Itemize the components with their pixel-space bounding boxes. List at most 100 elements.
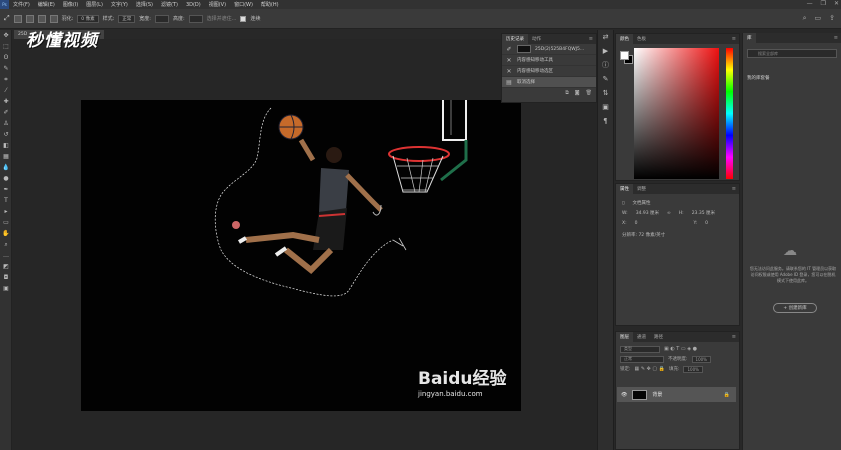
hand-tool-icon[interactable]: ✋ [0, 228, 12, 239]
library-dropdown[interactable]: 我的库套餐 [747, 75, 770, 81]
feather-input[interactable]: 0 像素 [77, 14, 99, 23]
brush-panel-icon[interactable]: ✎ [598, 72, 613, 86]
trash-icon[interactable]: 🗑 [586, 90, 592, 96]
foreground-color-swatch[interactable] [620, 51, 629, 60]
panel-menu-icon[interactable]: ≡ [834, 33, 841, 43]
eraser-tool-icon[interactable]: ◧ [0, 140, 12, 151]
create-library-button[interactable]: + 创建新库 [773, 303, 817, 313]
blur-tool-icon[interactable]: 💧 [0, 162, 12, 173]
w-value[interactable]: 34.93 厘米 [636, 210, 659, 216]
x-value[interactable]: 0 [635, 221, 638, 226]
tab-swatches[interactable]: 色板 [633, 34, 650, 44]
history-panel-icon[interactable]: ⇄ [598, 30, 613, 44]
move-tool-icon[interactable]: ✥ [0, 30, 12, 41]
menu-layer[interactable]: 图层(L) [82, 1, 107, 8]
panel-menu-icon[interactable]: ≡ [732, 184, 739, 194]
add-selection-button[interactable] [25, 14, 34, 23]
history-row[interactable]: ✕ 内容感知移动选区 [502, 66, 596, 77]
screen-mode-icon[interactable]: ▣ [0, 283, 12, 294]
panel-menu-icon[interactable]: ≡ [732, 332, 739, 342]
hue-slider[interactable] [726, 48, 733, 179]
share-icon[interactable]: ⇪ [829, 14, 835, 23]
library-search-input[interactable]: 搜索全部库 [747, 49, 837, 58]
y-value[interactable]: 0 [705, 221, 708, 226]
pen-tool-icon[interactable]: ✒ [0, 184, 12, 195]
more-tools-icon[interactable]: … [0, 250, 12, 261]
marquee-tool-icon[interactable]: ⬚ [0, 41, 12, 52]
brush-tool-icon[interactable]: ✐ [0, 107, 12, 118]
h-value[interactable]: 23.35 厘米 [692, 210, 715, 216]
shape-tool-icon[interactable]: ▭ [0, 217, 12, 228]
menu-window[interactable]: 窗口(W) [230, 1, 257, 8]
fill-input[interactable]: 100% [683, 365, 703, 373]
history-row[interactable]: ✕ 内容感知移动工具 [502, 55, 596, 66]
filter-icons[interactable]: ▣ ◐ T ▭ ◈ ● [664, 346, 697, 352]
layer-row-background[interactable]: 👁 背景 🔒 [617, 387, 736, 402]
history-row-selected[interactable]: ▤ 取消选择 [502, 77, 596, 88]
healing-tool-icon[interactable]: ✚ [0, 96, 12, 107]
style-select[interactable]: 正常 [118, 14, 136, 23]
menu-type[interactable]: 文字(Y) [107, 1, 132, 8]
tab-libraries[interactable]: 库 [743, 33, 756, 43]
tab-color[interactable]: 颜色 [616, 34, 633, 44]
lasso-tool-icon[interactable]: ʘ [0, 52, 12, 63]
panel-menu-icon[interactable]: ≡ [589, 34, 596, 44]
actions-panel-icon[interactable]: ▶ [598, 44, 613, 58]
color-picker-field[interactable] [634, 48, 719, 179]
intersect-selection-button[interactable] [49, 14, 58, 23]
restore-icon[interactable]: ❐ [821, 0, 826, 7]
zoom-tool-icon[interactable]: ⌕ [0, 239, 12, 250]
tab-layers[interactable]: 图层 [616, 332, 633, 342]
width-input[interactable] [154, 14, 169, 23]
new-selection-button[interactable] [13, 14, 22, 23]
dodge-tool-icon[interactable]: ● [0, 173, 12, 184]
info-panel-icon[interactable]: ⓘ [598, 58, 613, 72]
search-icon[interactable]: ⌕ [803, 14, 807, 23]
menu-view[interactable]: 视图(V) [205, 1, 230, 8]
visibility-eye-icon[interactable]: 👁 [621, 392, 627, 398]
menu-image[interactable]: 图像(I) [59, 1, 82, 8]
paragraph-panel-icon[interactable]: ¶ [598, 114, 613, 128]
height-input[interactable] [188, 14, 203, 23]
quick-mask-icon[interactable]: ◘ [0, 272, 12, 283]
color-swatches-icon[interactable]: ◩ [0, 261, 12, 272]
quick-select-tool-icon[interactable]: ✎ [0, 63, 12, 74]
menu-edit[interactable]: 编辑(E) [34, 1, 59, 8]
camera-icon[interactable]: ◙ [575, 90, 580, 96]
menu-file[interactable]: 文件(F) [9, 1, 34, 8]
link-icon[interactable]: ∞ [667, 211, 671, 216]
subtract-selection-button[interactable] [37, 14, 46, 23]
lock-icons[interactable]: ▦ ✎ ✥ ▢ 🔒 [635, 366, 665, 372]
new-document-icon[interactable]: ⧉ [565, 90, 569, 96]
menu-3d[interactable]: 3D(D) [182, 2, 205, 8]
crop-tool-icon[interactable]: ⌗ [0, 74, 12, 85]
type-tool-icon[interactable]: T [0, 195, 12, 206]
tab-history[interactable]: 历史记录 [502, 34, 528, 44]
workspace-icon[interactable]: ▭ [815, 14, 822, 23]
menu-help[interactable]: 帮助(H) [257, 1, 283, 8]
tab-adjustments[interactable]: 调整 [633, 184, 650, 194]
tab-actions[interactable]: 动作 [528, 34, 545, 44]
tool-preset-icon[interactable]: ⤢ [4, 14, 10, 23]
tab-channels[interactable]: 通道 [633, 332, 650, 342]
opacity-input[interactable]: 100% [691, 355, 711, 363]
glyphs-panel-icon[interactable]: ▣ [598, 100, 613, 114]
stamp-tool-icon[interactable]: ♙ [0, 118, 12, 129]
history-snapshot-row[interactable]: ✐ 25D(2)525B4FQWJ5... [502, 44, 596, 55]
panel-menu-icon[interactable]: ≡ [732, 34, 739, 44]
gradient-tool-icon[interactable]: ▦ [0, 151, 12, 162]
minimize-icon[interactable]: — [807, 0, 813, 7]
tab-paths[interactable]: 路径 [650, 332, 667, 342]
close-icon[interactable]: ✕ [834, 0, 839, 7]
adjust-panel-icon[interactable]: ⇅ [598, 86, 613, 100]
history-brush-icon[interactable]: ↺ [0, 129, 12, 140]
history-brush-source-icon[interactable]: ✐ [505, 46, 513, 53]
blend-mode-select[interactable]: 正常 [620, 355, 664, 363]
tab-properties[interactable]: 属性 [616, 184, 633, 194]
path-select-icon[interactable]: ▸ [0, 206, 12, 217]
layer-kind-select[interactable]: 类型 [620, 345, 660, 353]
menu-filter[interactable]: 滤镜(T) [157, 1, 182, 8]
eyedropper-tool-icon[interactable]: ⁄ [0, 85, 12, 96]
contiguous-checkbox[interactable] [240, 15, 247, 22]
menu-select[interactable]: 选择(S) [132, 1, 157, 8]
